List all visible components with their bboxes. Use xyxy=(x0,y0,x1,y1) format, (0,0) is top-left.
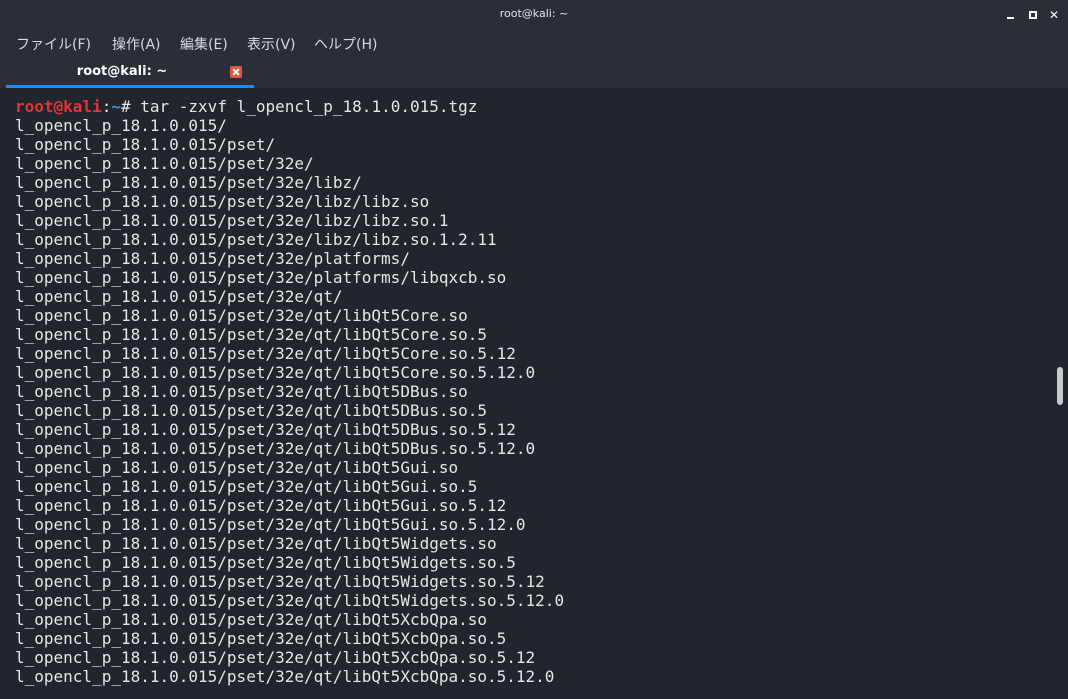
output-line: l_opencl_p_18.1.0.015/pset/32e/qt/libQt5… xyxy=(15,363,536,382)
terminal-output[interactable]: root@kali:~# tar -zxvf l_opencl_p_18.1.0… xyxy=(0,88,1054,699)
output-line: l_opencl_p_18.1.0.015/pset/32e/qt/libQt5… xyxy=(15,648,536,667)
menu-edit[interactable]: 編集(E) xyxy=(180,34,228,54)
prompt-line: root@kali:~# tar -zxvf l_opencl_p_18.1.0… xyxy=(15,97,477,116)
output-line: l_opencl_p_18.1.0.015/pset/32e/qt/libQt5… xyxy=(15,534,497,553)
maximize-icon[interactable] xyxy=(1026,8,1040,22)
menu-help[interactable]: ヘルプ(H) xyxy=(314,34,377,54)
output-line: l_opencl_p_18.1.0.015/pset/32e/qt/libQt5… xyxy=(15,667,555,686)
output-line: l_opencl_p_18.1.0.015/pset/32e/qt/libQt5… xyxy=(15,496,507,515)
window-title: root@kali: ~ xyxy=(499,7,569,20)
tab-terminal[interactable]: root@kali: ~ xyxy=(6,58,254,88)
menu-action[interactable]: 操作(A) xyxy=(112,34,161,54)
output-line: l_opencl_p_18.1.0.015/pset/32e/qt/libQt5… xyxy=(15,420,516,439)
output-line: l_opencl_p_18.1.0.015/pset/32e/libz/libz… xyxy=(15,230,497,249)
command-text: tar -zxvf l_opencl_p_18.1.0.015.tgz xyxy=(140,97,478,116)
output-line: l_opencl_p_18.1.0.015/pset/32e/qt/libQt5… xyxy=(15,477,478,496)
prompt-path: ~ xyxy=(111,97,121,116)
output-line: l_opencl_p_18.1.0.015/ xyxy=(15,116,227,135)
output-line: l_opencl_p_18.1.0.015/pset/32e/qt/libQt5… xyxy=(15,553,516,572)
output-line: l_opencl_p_18.1.0.015/pset/32e/qt/libQt5… xyxy=(15,439,536,458)
output-line: l_opencl_p_18.1.0.015/pset/32e/qt/libQt5… xyxy=(15,515,526,534)
title-bar[interactable]: root@kali: ~ ✕ xyxy=(0,0,1068,30)
menu-view[interactable]: 表示(V) xyxy=(247,34,296,54)
output-line: l_opencl_p_18.1.0.015/pset/32e/qt/libQt5… xyxy=(15,401,488,420)
output-line: l_opencl_p_18.1.0.015/pset/32e/qt/libQt5… xyxy=(15,458,459,477)
minimize-icon[interactable] xyxy=(1004,8,1018,22)
tab-close-icon[interactable] xyxy=(230,66,242,78)
output-line: l_opencl_p_18.1.0.015/pset/32e/qt/libQt5… xyxy=(15,610,488,629)
terminal-window: root@kali: ~ ✕ ファイル(F) 操作(A) 編集(E) 表示(V)… xyxy=(0,0,1068,699)
output-line: l_opencl_p_18.1.0.015/pset/32e/ xyxy=(15,154,314,173)
output-line: l_opencl_p_18.1.0.015/pset/32e/qt/libQt5… xyxy=(15,325,488,344)
output-line: l_opencl_p_18.1.0.015/pset/32e/qt/libQt5… xyxy=(15,344,516,363)
prompt-user-host: root@kali xyxy=(15,97,102,116)
output-line: l_opencl_p_18.1.0.015/pset/32e/libz/libz… xyxy=(15,192,430,211)
output-line: l_opencl_p_18.1.0.015/pset/32e/qt/libQt5… xyxy=(15,591,565,610)
output-line: l_opencl_p_18.1.0.015/pset/32e/platforms… xyxy=(15,249,410,268)
output-line: l_opencl_p_18.1.0.015/pset/32e/qt/libQt5… xyxy=(15,572,545,591)
output-line: l_opencl_p_18.1.0.015/pset/32e/qt/libQt5… xyxy=(15,306,468,325)
output-line: l_opencl_p_18.1.0.015/pset/32e/libz/libz… xyxy=(15,211,449,230)
output-line: l_opencl_p_18.1.0.015/pset/32e/platforms… xyxy=(15,268,507,287)
prompt-separator: : xyxy=(101,97,112,116)
menu-bar: ファイル(F) 操作(A) 編集(E) 表示(V) ヘルプ(H) xyxy=(0,30,1068,58)
scrollbar-thumb[interactable] xyxy=(1057,367,1063,405)
tab-label: root@kali: ~ xyxy=(76,64,168,79)
output-line: l_opencl_p_18.1.0.015/pset/32e/qt/libQt5… xyxy=(15,629,507,648)
output-line: l_opencl_p_18.1.0.015/pset/32e/qt/libQt5… xyxy=(15,382,468,401)
close-icon[interactable]: ✕ xyxy=(1047,8,1061,22)
output-line: l_opencl_p_18.1.0.015/pset/32e/libz/ xyxy=(15,173,362,192)
tab-bar: root@kali: ~ xyxy=(0,58,1068,88)
output-line: l_opencl_p_18.1.0.015/pset/ xyxy=(15,135,276,154)
prompt-symbol: # xyxy=(120,97,141,116)
menu-file[interactable]: ファイル(F) xyxy=(16,34,91,54)
output-line: l_opencl_p_18.1.0.015/pset/32e/qt/ xyxy=(15,287,343,306)
scrollbar[interactable] xyxy=(1054,88,1068,699)
